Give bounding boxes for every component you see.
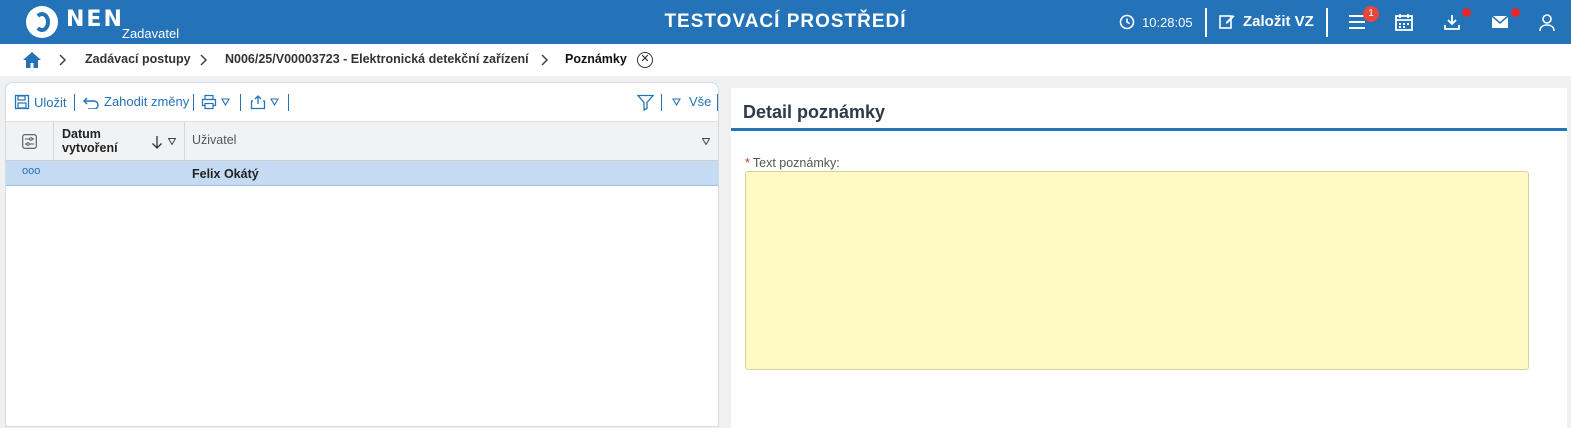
- save-icon: [14, 94, 30, 110]
- title-underline: [731, 128, 1567, 131]
- save-button[interactable]: Uložit: [14, 94, 67, 110]
- save-label: Uložit: [34, 94, 67, 110]
- column-filter-icon[interactable]: [168, 138, 176, 145]
- user-icon[interactable]: [1537, 12, 1557, 32]
- discard-changes-label: Zahodit změny: [104, 94, 190, 109]
- discard-changes-button[interactable]: Zahodit změny: [82, 94, 189, 109]
- filter-preset-label: Vše: [689, 94, 712, 109]
- dropdown-triangle-icon: [672, 97, 681, 106]
- note-text-label: * Text poznámky:: [745, 156, 840, 170]
- download-icon[interactable]: [1442, 12, 1462, 32]
- divider: [288, 94, 289, 111]
- column-label-user: Uživatel: [192, 133, 237, 147]
- divider: [1205, 8, 1207, 37]
- brand-name[interactable]: NEN: [66, 7, 124, 32]
- column-settings-button[interactable]: [6, 122, 54, 161]
- sort-descending-icon[interactable]: [151, 135, 163, 149]
- download-alert-dot: [1462, 8, 1471, 17]
- export-button[interactable]: [250, 94, 279, 110]
- create-contract-label: Založit VZ: [1243, 12, 1314, 30]
- column-label-date: Datum vytvoření: [62, 127, 118, 155]
- close-tab-button[interactable]: ✕: [637, 52, 653, 68]
- divider: [193, 94, 194, 111]
- column-settings-icon: [22, 134, 37, 149]
- undo-icon: [83, 97, 99, 109]
- row-user: Felix Okátý: [192, 167, 259, 181]
- user-role: Zadavatel: [122, 26, 180, 41]
- notes-list-panel: Uložit Zahodit změny Vše Datum vytvoření…: [5, 82, 719, 427]
- divider: [717, 94, 718, 111]
- divider: [661, 94, 662, 111]
- divider: [240, 94, 241, 111]
- divider: [74, 94, 75, 111]
- filter-preset-dropdown[interactable]: Vše: [672, 94, 711, 109]
- dropdown-triangle-icon: [221, 98, 230, 106]
- breadcrumb-current: Poznámky: [565, 52, 627, 66]
- detail-title: Detail poznámky: [743, 102, 886, 122]
- note-detail-panel: Detail poznámky * Text poznámky:: [731, 88, 1567, 428]
- top-bar: NEN Zadavatel TESTOVACÍ PROSTŘEDÍ 10:28:…: [0, 0, 1571, 44]
- breadcrumb-item[interactable]: N006/25/V00003723 - Elektronická detekčn…: [225, 52, 529, 66]
- clock-icon: [1119, 14, 1135, 30]
- row-actions-button[interactable]: ooo: [22, 165, 40, 177]
- session-clock: 10:28:05: [1119, 13, 1193, 31]
- required-marker: *: [745, 156, 750, 170]
- home-icon[interactable]: [22, 51, 42, 69]
- note-text-label-text: Text poznámky:: [752, 156, 840, 170]
- column-filter-icon[interactable]: [702, 138, 710, 145]
- chevron-right-icon: [541, 54, 549, 66]
- edit-icon: [1219, 15, 1235, 29]
- breadcrumb: Zadávací postupy N006/25/V00003723 - Ele…: [0, 44, 1571, 76]
- create-contract-button[interactable]: Založit VZ: [1218, 12, 1314, 30]
- dropdown-triangle-icon: [270, 98, 279, 106]
- column-header-date[interactable]: Datum vytvoření: [54, 122, 185, 161]
- mail-alert-dot: [1511, 8, 1520, 17]
- filter-icon: [637, 94, 654, 111]
- grid-toolbar: Uložit Zahodit změny Vše: [6, 83, 720, 121]
- printer-icon: [201, 94, 217, 110]
- table-row[interactable]: ooo Felix Okátý: [6, 161, 718, 186]
- column-header-user[interactable]: Uživatel: [185, 122, 718, 161]
- chevron-right-icon: [200, 54, 208, 66]
- nen-logo-icon[interactable]: [26, 6, 58, 38]
- mail-icon[interactable]: [1490, 12, 1510, 32]
- environment-title: TESTOVACÍ PROSTŘEDÍ: [664, 11, 907, 32]
- print-button[interactable]: [201, 94, 230, 110]
- notification-badge: 1: [1363, 6, 1379, 22]
- note-text-field[interactable]: [745, 171, 1529, 370]
- chevron-right-icon: [59, 54, 67, 66]
- session-time: 10:28:05: [1142, 14, 1193, 30]
- calendar-icon[interactable]: [1394, 12, 1414, 32]
- filter-button[interactable]: [637, 94, 654, 111]
- breadcrumb-item[interactable]: Zadávací postupy: [85, 52, 191, 66]
- share-icon: [250, 95, 266, 110]
- grid-header: Datum vytvoření Uživatel: [6, 121, 718, 161]
- divider: [1326, 8, 1328, 37]
